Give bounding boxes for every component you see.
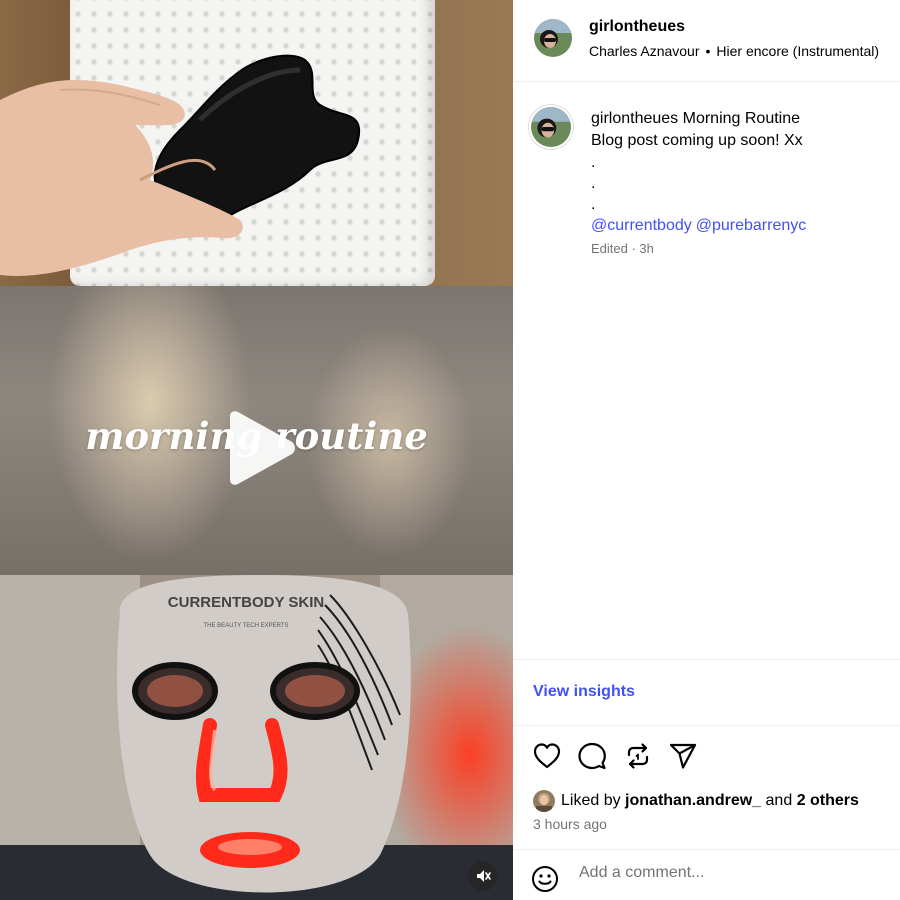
caption-dot: . (591, 175, 596, 192)
mask-brand-text: CURRENTBODY SKIN (168, 594, 324, 611)
profile-photo-image (534, 19, 572, 57)
caption-meta: Edited · 3h (591, 241, 654, 256)
mention-link[interactable]: @purebarrenyc (696, 217, 807, 234)
media-frame-gua-sha (0, 0, 513, 286)
hand-image (0, 80, 243, 276)
repost-button[interactable] (622, 740, 654, 772)
share-icon (669, 743, 697, 769)
view-insights-link[interactable]: View insights (533, 683, 635, 701)
likes-conj: and (765, 792, 793, 809)
likes-summary: Liked by jonathan.andrew_ and 2 others (533, 789, 859, 813)
caption-mentions: @currentbody @purebarrenyc (591, 215, 891, 237)
mask-tagline-text: THE BEAUTY TECH EXPERTS (203, 623, 288, 629)
led-mask-image: CURRENTBODY SKIN THE BEAUTY TECH EXPERTS (0, 575, 513, 900)
post-header: girlontheues Charles Aznavour • Hier encor… (513, 0, 900, 82)
caption-title: Morning Routine (682, 110, 801, 127)
speaker-muted-icon (477, 870, 491, 882)
mute-button[interactable] (468, 861, 498, 891)
heart-icon (533, 743, 561, 769)
post-timestamp: 3 hours ago (533, 816, 607, 832)
caption-dot: . (591, 154, 596, 171)
share-button[interactable] (667, 740, 699, 772)
comment-input[interactable] (579, 864, 879, 882)
like-button[interactable] (531, 740, 563, 772)
avatar[interactable] (534, 19, 572, 57)
comment-icon (578, 742, 606, 770)
likes-prefix: Liked by (561, 792, 621, 809)
post-sidebar: girlontheues Charles Aznavour • Hier encor… (513, 0, 900, 900)
caption-line: Blog post coming up soon! Xx (591, 132, 803, 149)
insights-section: View insights (513, 659, 900, 726)
liker-username[interactable]: jonathan.andrew_ (625, 792, 761, 810)
audio-separator: • (705, 43, 711, 59)
emoji-icon[interactable] (531, 865, 559, 893)
avatar[interactable] (529, 105, 573, 149)
repost-icon (627, 743, 649, 769)
post-author-username[interactable]: girlontheues (589, 18, 685, 36)
likes-others-link[interactable]: 2 others (797, 792, 859, 810)
liker-photo-image (533, 790, 555, 812)
avatar[interactable] (533, 790, 555, 812)
audio-artist[interactable]: Charles Aznavour (589, 43, 700, 59)
caption-dot: . (591, 196, 596, 213)
post-media[interactable]: morning routine CURRENTBODY SKIN THE BEA… (0, 0, 513, 900)
comment-button[interactable] (576, 740, 608, 772)
media-frame-led-mask: CURRENTBODY SKIN THE BEAUTY TECH EXPERTS (0, 575, 513, 900)
mention-link[interactable]: @currentbody (591, 217, 692, 234)
caption-username[interactable]: girlontheues (591, 110, 678, 127)
profile-photo-image (531, 107, 571, 147)
post-caption: girlontheues Morning Routine Blog post c… (591, 108, 891, 237)
audio-track[interactable]: Hier encore (Instrumental) (716, 43, 879, 59)
audio-attribution[interactable]: Charles Aznavour • Hier encore (Instrument… (589, 43, 879, 59)
play-icon[interactable] (222, 410, 298, 486)
comment-bar (513, 849, 900, 900)
media-frame-video[interactable]: morning routine (0, 286, 513, 575)
